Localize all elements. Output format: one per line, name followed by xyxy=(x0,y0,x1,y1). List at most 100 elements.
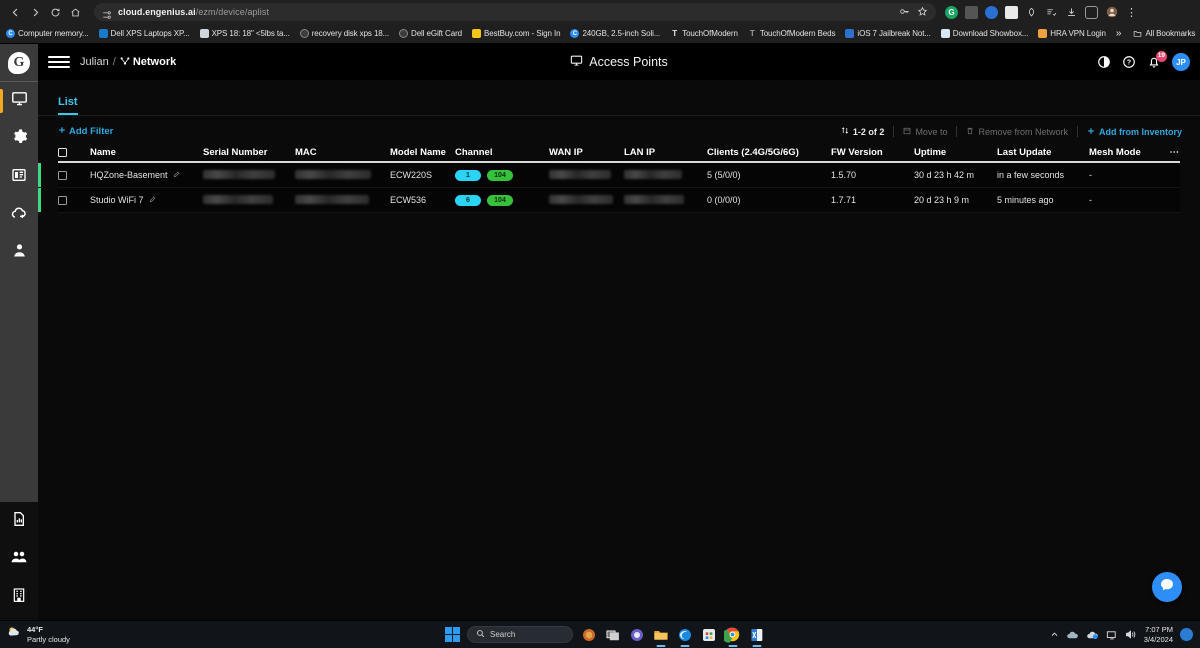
taskbar-app-explorer[interactable] xyxy=(652,626,669,643)
extension-icon[interactable] xyxy=(965,5,978,19)
search-input[interactable]: Search xyxy=(467,626,573,643)
cell-last-update: in a few seconds xyxy=(997,170,1065,180)
sidebar-item-clients[interactable] xyxy=(0,234,38,272)
device-name[interactable]: HQZone-Basement xyxy=(90,170,168,180)
extension-blue-icon[interactable] xyxy=(985,5,998,19)
select-all-checkbox[interactable] xyxy=(58,147,90,157)
remove-from-network-button[interactable]: Remove from Network xyxy=(957,127,1077,137)
notification-center-icon[interactable] xyxy=(1180,628,1193,641)
taskbar-app-excel[interactable] xyxy=(748,626,765,643)
building-icon xyxy=(11,587,27,608)
column-header-model[interactable]: Model Name xyxy=(390,147,455,158)
volume-icon[interactable] xyxy=(1125,629,1137,640)
avatar[interactable]: JP xyxy=(1172,53,1190,71)
bookmark-item[interactable]: C 240GB, 2.5-inch Soli... xyxy=(570,29,660,38)
add-from-inventory-button[interactable]: Add from Inventory xyxy=(1078,127,1182,137)
extension-white-icon[interactable] xyxy=(1005,5,1018,19)
bookmark-item[interactable]: HRA VPN Login xyxy=(1038,29,1106,38)
column-header-mesh[interactable]: Mesh Mode xyxy=(1089,147,1160,158)
column-header-mac[interactable]: MAC xyxy=(295,147,390,158)
sidebar-item-configure[interactable] xyxy=(0,120,38,158)
chat-support-button[interactable] xyxy=(1152,572,1182,602)
taskbar-app-edge[interactable] xyxy=(676,626,693,643)
tab-list[interactable]: List xyxy=(58,96,78,115)
bookmark-item[interactable]: recovery disk xps 18... xyxy=(299,29,389,38)
add-filter-button[interactable]: Add Filter xyxy=(58,126,113,137)
bookmark-item[interactable]: T TouchOfModern xyxy=(670,29,738,38)
show-hidden-icons-icon[interactable] xyxy=(1050,630,1059,639)
column-header-lan-ip[interactable]: LAN IP xyxy=(624,147,707,158)
column-header-channel[interactable]: Channel xyxy=(455,147,549,158)
bookmark-star-icon[interactable] xyxy=(917,6,928,19)
sidebar-item-devices[interactable] xyxy=(0,82,38,120)
edit-pencil-icon[interactable] xyxy=(149,196,156,205)
taskbar-app-taskview[interactable] xyxy=(604,626,621,643)
taskbar-app-teams[interactable] xyxy=(628,626,645,643)
weather-widget[interactable]: 44°F Partly cloudy xyxy=(0,624,70,645)
column-header-last-update[interactable]: Last Update xyxy=(997,147,1089,158)
app-logo[interactable]: G xyxy=(0,44,38,82)
redacted-value xyxy=(295,169,371,179)
grammarly-icon[interactable]: G xyxy=(945,5,958,19)
bookmark-item[interactable]: Dell eGift Card xyxy=(399,29,462,38)
profile-icon[interactable] xyxy=(1105,6,1118,19)
reading-list-icon[interactable] xyxy=(1045,6,1058,19)
breadcrumb-org[interactable]: Julian xyxy=(80,56,109,68)
cloud-sync-icon[interactable] xyxy=(1086,629,1099,640)
taskbar-app-widgets[interactable] xyxy=(580,626,597,643)
all-bookmarks-button[interactable]: All Bookmarks xyxy=(1133,29,1195,38)
chrome-menu-icon[interactable]: ⋮ xyxy=(1125,6,1138,19)
cell-model: ECW220S xyxy=(390,170,433,180)
address-bar[interactable]: cloud.engenius.ai/ezm/device/aplist xyxy=(94,3,936,21)
breadcrumb-network[interactable]: Network xyxy=(120,56,176,69)
theme-contrast-icon[interactable] xyxy=(1097,55,1112,70)
hamburger-menu-icon[interactable] xyxy=(48,56,70,68)
move-to-button[interactable]: Move to xyxy=(894,127,956,137)
column-options-icon[interactable]: ⋯ xyxy=(1160,147,1180,158)
password-key-icon[interactable] xyxy=(899,6,910,19)
bookmarks-overflow-button[interactable]: » xyxy=(1116,28,1122,39)
column-header-serial[interactable]: Serial Number xyxy=(203,147,295,158)
logo-letter: G xyxy=(8,51,30,74)
device-name[interactable]: Studio WiFi 7 xyxy=(90,195,144,205)
row-checkbox[interactable] xyxy=(58,170,90,180)
table-row[interactable]: HQZone-Basement ECW220S 1 104 5 (5/0/0) … xyxy=(38,163,1180,188)
bookmark-item[interactable]: BestBuy.com - Sign In xyxy=(471,29,561,38)
taskbar-app-store[interactable] xyxy=(700,626,717,643)
column-header-uptime[interactable]: Uptime xyxy=(914,147,997,158)
back-button[interactable] xyxy=(6,3,24,21)
reload-button[interactable] xyxy=(46,3,64,21)
pagination-count: 1-2 of 2 xyxy=(832,126,894,137)
sidebar-item-organization[interactable] xyxy=(0,578,38,616)
windows-start-icon[interactable] xyxy=(445,627,460,642)
column-header-wan-ip[interactable]: WAN IP xyxy=(549,147,624,158)
bookmark-item[interactable]: T TouchOfModern Beds xyxy=(748,29,836,38)
bookmark-item[interactable]: C Computer memory... xyxy=(6,29,89,38)
sidepanel-icon[interactable] xyxy=(1085,5,1098,19)
sidebar-item-users[interactable] xyxy=(0,540,38,578)
sidebar-item-cloud[interactable] xyxy=(0,196,38,234)
network-icon[interactable] xyxy=(1106,630,1118,640)
sidebar-item-reports[interactable] xyxy=(0,502,38,540)
edit-pencil-icon[interactable] xyxy=(173,171,180,180)
home-button[interactable] xyxy=(66,3,84,21)
extension-zap-icon[interactable] xyxy=(1025,6,1038,19)
site-settings-icon[interactable] xyxy=(102,7,112,19)
taskbar-app-chrome[interactable] xyxy=(724,626,741,643)
taskbar-clock[interactable]: 7:07 PM 3/4/2024 xyxy=(1144,625,1173,645)
column-header-fw[interactable]: FW Version xyxy=(831,147,914,158)
downloads-icon[interactable] xyxy=(1065,6,1078,19)
bookmark-item[interactable]: XPS 18: 18" <5lbs ta... xyxy=(199,29,290,38)
help-circle-icon[interactable]: ? xyxy=(1122,55,1137,70)
forward-button[interactable] xyxy=(26,3,44,21)
bookmark-item[interactable]: Dell XPS Laptops XP... xyxy=(98,29,190,38)
bookmark-item[interactable]: Download Showbox... xyxy=(940,29,1028,38)
notification-bell-icon[interactable]: 19 xyxy=(1147,50,1167,70)
row-checkbox[interactable] xyxy=(58,195,90,205)
bookmark-item[interactable]: iOS 7 Jailbreak Not... xyxy=(845,29,931,38)
column-header-name[interactable]: Name xyxy=(90,147,203,158)
column-header-clients[interactable]: Clients (2.4G/5G/6G) xyxy=(707,147,831,158)
sidebar-item-dashboard[interactable] xyxy=(0,158,38,196)
table-row[interactable]: Studio WiFi 7 ECW536 6 104 0 (0/0/0) 1.7… xyxy=(38,188,1180,213)
onedrive-icon[interactable] xyxy=(1066,629,1079,640)
